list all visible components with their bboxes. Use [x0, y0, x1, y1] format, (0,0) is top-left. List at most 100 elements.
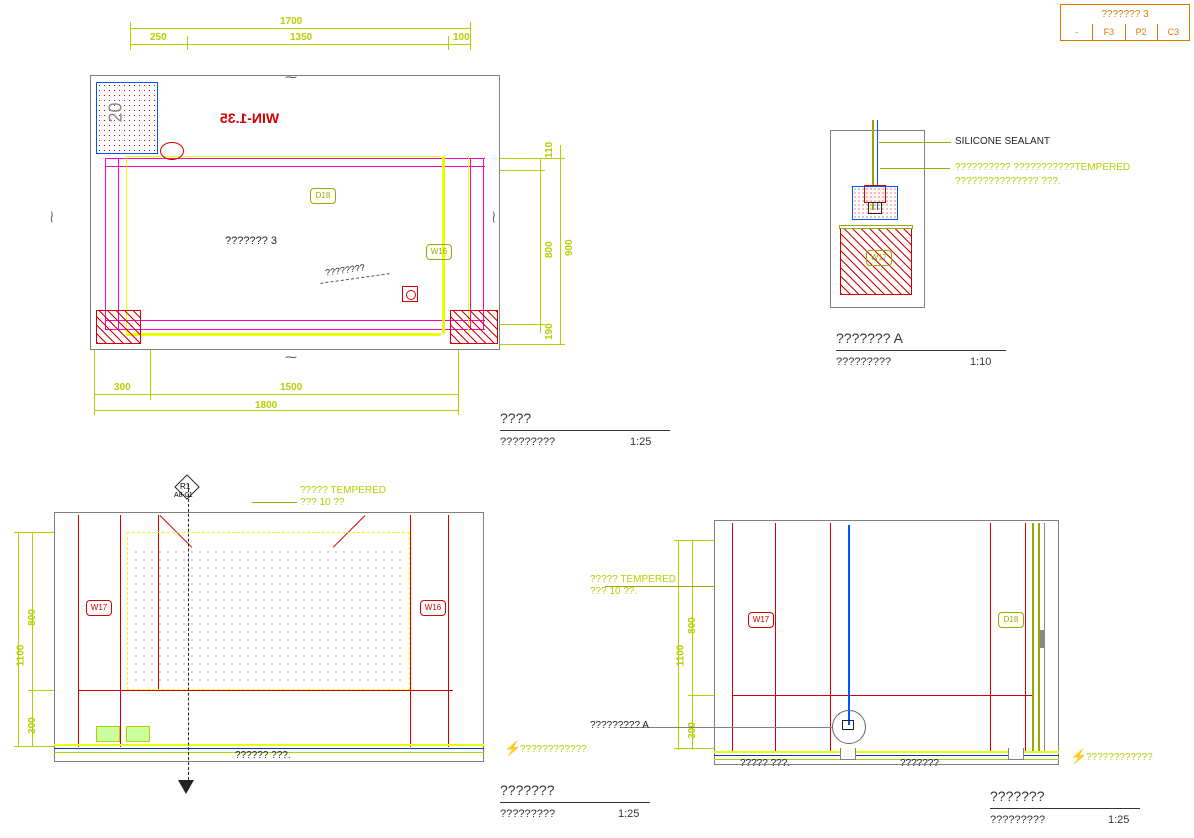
dim-line-left: [18, 532, 19, 747]
detail-note-tempered: ?????????? ???????????TEMPERED: [955, 162, 1130, 173]
dim-tick: [28, 690, 54, 691]
dim-line-right: [540, 158, 541, 333]
dim-tick: [14, 746, 54, 747]
plan-hatch-bl: [96, 310, 141, 344]
dim-left-mid: 800: [687, 617, 698, 634]
plan-line: [126, 333, 441, 336]
elev2-scale: 1:25: [1108, 814, 1129, 826]
elev-red-line: [448, 515, 449, 747]
leader-line: [880, 168, 950, 169]
title-block-cell: -: [1061, 24, 1092, 40]
dim-tick: [500, 158, 565, 159]
plan-line: [105, 166, 485, 167]
plan-line: [105, 158, 106, 330]
elev1-subtitle: ?????????: [500, 808, 555, 820]
dim-top-total: 1700: [280, 16, 302, 27]
plan-title: ????: [500, 410, 531, 426]
tag-hexagon: W17: [86, 600, 112, 616]
elev-red-line: [830, 523, 831, 751]
elevation-1: 1100 800 300 R1 A8-01 ????? TEMPERED ???…: [10, 490, 650, 830]
leader-line: [879, 142, 951, 143]
dim-line-bottom: [94, 394, 459, 395]
elev2-note-tempered2: ??? 10 ??.: [590, 586, 637, 597]
detail-note-sub: ??????????????? ???.: [955, 176, 1061, 187]
plan-room-label: ??????? 3: [225, 235, 277, 247]
dim-left-total: 1100: [675, 645, 686, 667]
plan-line: [118, 158, 119, 330]
elev1-note-tempered2: ??? 10 ??: [300, 497, 345, 508]
door-leaf-line: [1032, 523, 1034, 751]
dim-bottom-sub1: 300: [114, 382, 131, 393]
glass-line: [848, 525, 850, 725]
elev2-bottom-label2: ???????: [900, 758, 939, 769]
dim-top-mid: 1350: [290, 32, 312, 43]
elev-red-line: [1025, 523, 1026, 751]
plan-line: [105, 158, 485, 159]
elev1-scale: 1:25: [618, 808, 639, 820]
dim-tick: [500, 324, 545, 325]
drain-icon: [402, 286, 418, 302]
floor-notch: [840, 748, 856, 760]
plan-scale: 1:25: [630, 436, 651, 448]
plan-hatch-br: [450, 310, 498, 344]
lightning-icon: ⚡: [504, 740, 521, 757]
elev-red-line: [732, 523, 733, 751]
dim-tick: [458, 350, 459, 415]
leader: [620, 727, 832, 728]
elev-red-line: [410, 515, 411, 747]
plan-door-swing: [160, 142, 184, 160]
door-handle: [1040, 630, 1044, 648]
elev2-bottom-right-label: ????????????: [1086, 752, 1153, 763]
dim-bottom-sub2: 1500: [280, 382, 302, 393]
elev2-detail-ref: ????????? A: [590, 720, 649, 731]
detail-scale: 1:10: [970, 356, 991, 368]
elev1-bottom-label: ?????? ???.: [235, 750, 291, 761]
plan-line: [105, 320, 485, 321]
tag-hexagon: W17: [866, 250, 892, 266]
dim-top-right: 100: [453, 32, 470, 43]
floor-line-blue: [54, 748, 484, 749]
dim-bottom-total: 1800: [255, 400, 277, 411]
dim-tick: [130, 22, 131, 50]
title-block-cell: F3: [1092, 24, 1124, 40]
plan-line: [483, 158, 484, 330]
leader: [252, 502, 297, 503]
dim-line-left2: [692, 540, 693, 750]
elev1-tile-surface: [132, 548, 404, 683]
floor-notch: [1008, 748, 1024, 760]
dim-left-total: 1100: [15, 645, 26, 667]
title-block-cell: C3: [1157, 24, 1189, 40]
dim-right-total: 900: [564, 239, 575, 256]
plan-title-rule: [500, 430, 670, 431]
dim-left-bottom: 300: [27, 717, 38, 734]
elev1-title: ???????: [500, 782, 555, 798]
elev1-note-tempered: ????? TEMPERED: [300, 485, 386, 496]
plan-window-type-label: WIN-1.35: [220, 110, 279, 126]
title-block: ??????? 3 - F3 P2 C3: [1060, 4, 1190, 41]
dim-tick: [688, 695, 714, 696]
plan-room-number: 20: [106, 102, 127, 122]
elev-red-line: [775, 523, 776, 751]
elev-red-line: [990, 523, 991, 751]
elev1-bottom-right-label: ????????????: [520, 744, 587, 755]
dim-tick: [500, 344, 565, 345]
skirting-block: [126, 726, 150, 742]
dim-left-mid: 800: [27, 609, 38, 626]
plan-line: [126, 156, 127, 334]
detail-channel-small: [842, 720, 854, 730]
dim-left-bottom: 300: [687, 722, 698, 739]
dim-tick: [14, 532, 54, 533]
detail-a: W17 SILICONE SEALANT ?????????? ????????…: [830, 130, 1150, 410]
skirting-block: [96, 726, 120, 742]
detail-dotted-fill: [852, 186, 898, 220]
detail-title: ??????? A: [836, 330, 903, 346]
dim-line-top-sub: [130, 44, 470, 45]
title-block-heading: ??????? 3: [1061, 5, 1189, 24]
plan-line: [468, 156, 469, 334]
elev-red-line: [732, 695, 1032, 696]
elev-red-line: [78, 690, 453, 691]
tag-hexagon: D18: [998, 612, 1024, 628]
section-arrow-icon: [178, 780, 194, 794]
dim-right-small: 110: [544, 142, 555, 158]
detail-cap: [839, 225, 913, 229]
